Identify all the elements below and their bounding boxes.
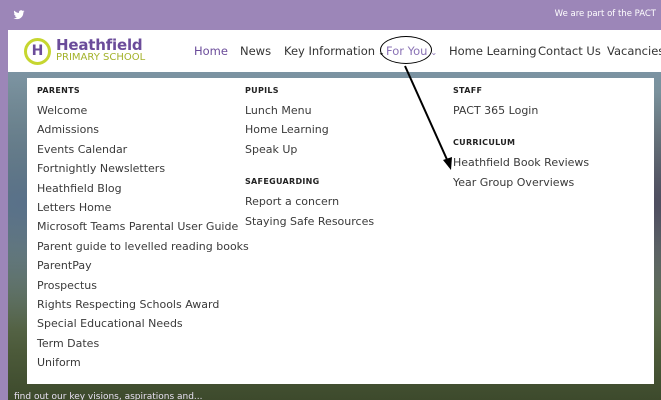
menu-heading-staff: STAFF <box>453 86 483 95</box>
for-you-dropdown: PARENTS Welcome Admissions Events Calend… <box>27 78 654 384</box>
nav-news[interactable]: News <box>240 44 271 58</box>
nav-key-information[interactable]: Key Information ⌄ <box>284 44 385 58</box>
menu-item-staying-safe[interactable]: Staying Safe Resources <box>245 215 374 234</box>
menu-item-year-group-overviews[interactable]: Year Group Overviews <box>453 176 589 195</box>
menu-item-prospectus[interactable]: Prospectus <box>37 279 249 298</box>
annotation-ellipse <box>380 36 432 64</box>
menu-item-newsletters[interactable]: Fortnightly Newsletters <box>37 162 249 181</box>
menu-item-rights-respecting[interactable]: Rights Respecting Schools Award <box>37 298 249 317</box>
menu-item-speak-up[interactable]: Speak Up <box>245 143 374 162</box>
menu-item-admissions[interactable]: Admissions <box>37 123 249 142</box>
menu-item-uniform[interactable]: Uniform <box>37 356 249 375</box>
menu-item-lunch-menu[interactable]: Lunch Menu <box>245 104 374 123</box>
menu-item-home-learning[interactable]: Home Learning <box>245 123 374 142</box>
menu-heading-pupils: PUPILS <box>245 86 279 95</box>
menu-column-parents: PARENTS Welcome Admissions Events Calend… <box>37 86 249 375</box>
menu-column-pupils: PUPILS Lunch Menu Home Learning Speak Up… <box>245 86 374 234</box>
site-header: H Heathfield PRIMARY SCHOOL Home News Ke… <box>0 30 661 72</box>
menu-heading-curriculum: CURRICULUM <box>453 138 516 148</box>
menu-item-blog[interactable]: Heathfield Blog <box>37 182 249 201</box>
menu-item-book-reviews[interactable]: Heathfield Book Reviews <box>453 156 589 175</box>
menu-item-pact-365-login[interactable]: PACT 365 Login <box>453 104 589 123</box>
twitter-icon[interactable] <box>13 9 25 21</box>
menu-item-welcome[interactable]: Welcome <box>37 104 249 123</box>
nav-vacancies[interactable]: Vacancies <box>607 44 661 58</box>
nav-home[interactable]: Home <box>194 44 228 58</box>
nav-key-information-label: Key Information <box>284 44 376 58</box>
menu-heading-safeguarding: SAFEGUARDING <box>245 177 320 187</box>
logo-subtitle: PRIMARY SCHOOL <box>56 52 146 63</box>
pact-link[interactable]: We are part of the PACT <box>555 9 656 19</box>
nav-home-learning[interactable]: Home Learning <box>449 44 537 58</box>
top-bar: We are part of the PACT <box>0 0 661 30</box>
nav-contact-us[interactable]: Contact Us <box>538 44 601 58</box>
menu-item-letters-home[interactable]: Letters Home <box>37 201 249 220</box>
menu-item-events-calendar[interactable]: Events Calendar <box>37 143 249 162</box>
menu-item-parentpay[interactable]: ParentPay <box>37 259 249 278</box>
hero-caption: find out our key visions, aspirations an… <box>14 392 203 400</box>
menu-item-reading-guide[interactable]: Parent guide to levelled reading books <box>37 240 249 259</box>
menu-item-teams-guide[interactable]: Microsoft Teams Parental User Guide <box>37 220 249 239</box>
logo-mark: H <box>24 38 51 65</box>
menu-heading-parents: PARENTS <box>37 86 80 95</box>
menu-item-term-dates[interactable]: Term Dates <box>37 337 249 356</box>
menu-item-sen[interactable]: Special Educational Needs <box>37 317 249 336</box>
menu-item-report-concern[interactable]: Report a concern <box>245 195 374 214</box>
menu-column-staff: STAFF PACT 365 Login CURRICULUM Heathfie… <box>453 86 589 195</box>
